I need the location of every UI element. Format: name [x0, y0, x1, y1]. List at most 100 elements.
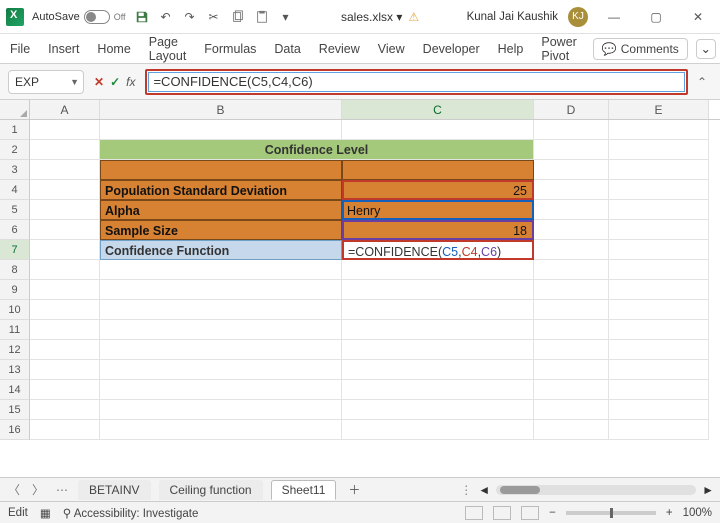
horizontal-scrollbar[interactable] [496, 485, 696, 495]
cell[interactable] [609, 400, 709, 420]
cell[interactable] [609, 280, 709, 300]
row-header[interactable]: 7 [0, 240, 30, 260]
tab-home[interactable]: Home [95, 38, 132, 60]
user-name[interactable]: Kunal Jai Kaushik [467, 11, 558, 23]
tab-nav-next[interactable]: 〉 [30, 481, 46, 498]
cell-b4[interactable]: Population Standard Deviation [100, 180, 342, 200]
cell[interactable] [30, 360, 100, 380]
row-header[interactable]: 5 [0, 200, 30, 220]
tab-insert[interactable]: Insert [46, 38, 81, 60]
tab-nav-more[interactable]: ⋯ [54, 483, 70, 497]
zoom-level[interactable]: 100% [683, 507, 712, 519]
cell[interactable] [534, 420, 609, 440]
cell[interactable] [100, 280, 342, 300]
cell[interactable] [100, 260, 342, 280]
cell[interactable] [534, 200, 609, 220]
tab-developer[interactable]: Developer [421, 38, 482, 60]
cell[interactable] [609, 360, 709, 380]
cell[interactable] [534, 340, 609, 360]
copy-icon[interactable] [230, 9, 246, 25]
save-icon[interactable] [134, 9, 150, 25]
cell-c5[interactable]: Henry [342, 200, 534, 220]
cell[interactable] [342, 360, 534, 380]
cell[interactable] [609, 320, 709, 340]
filename-label[interactable]: sales.xlsx ▾ [341, 10, 402, 24]
row-header[interactable]: 16 [0, 420, 30, 440]
cell[interactable] [30, 400, 100, 420]
cell[interactable] [609, 300, 709, 320]
row-header[interactable]: 8 [0, 260, 30, 280]
cell[interactable] [30, 180, 100, 200]
cell[interactable] [30, 160, 100, 180]
warning-icon[interactable]: ⚠ [408, 10, 419, 24]
cell[interactable] [609, 180, 709, 200]
cell[interactable] [342, 280, 534, 300]
row-header[interactable]: 14 [0, 380, 30, 400]
cell[interactable] [609, 260, 709, 280]
zoom-slider[interactable] [566, 511, 656, 515]
qat-dropdown-icon[interactable]: ▾ [278, 9, 294, 25]
maximize-button[interactable]: ▢ [640, 3, 672, 31]
cell[interactable] [30, 420, 100, 440]
cell[interactable] [30, 240, 100, 260]
cancel-formula-button[interactable]: ✕ [94, 75, 104, 89]
cell-title[interactable]: Confidence Level [100, 140, 534, 160]
cell[interactable] [342, 300, 534, 320]
tab-file[interactable]: File [8, 38, 32, 60]
tab-page-layout[interactable]: Page Layout [147, 31, 189, 67]
cell[interactable] [534, 160, 609, 180]
paste-icon[interactable] [254, 9, 270, 25]
cell[interactable] [609, 420, 709, 440]
cell[interactable] [30, 120, 100, 140]
cell[interactable] [100, 300, 342, 320]
row-header[interactable]: 9 [0, 280, 30, 300]
col-header-D[interactable]: D [534, 100, 609, 119]
zoom-out-button[interactable]: − [549, 507, 556, 519]
tab-view[interactable]: View [376, 38, 407, 60]
cell[interactable] [30, 280, 100, 300]
row-header[interactable]: 13 [0, 360, 30, 380]
cell[interactable] [30, 200, 100, 220]
cell[interactable] [100, 420, 342, 440]
col-header-A[interactable]: A [30, 100, 100, 119]
tab-formulas[interactable]: Formulas [202, 38, 258, 60]
zoom-in-button[interactable]: + [666, 507, 673, 519]
cell[interactable] [534, 260, 609, 280]
tab-help[interactable]: Help [496, 38, 526, 60]
row-header[interactable]: 3 [0, 160, 30, 180]
accessibility-status[interactable]: ⚲ Accessibility: Investigate [63, 506, 199, 520]
ribbon-collapse-button[interactable]: ⌄ [696, 39, 716, 59]
cell-b7[interactable]: Confidence Function [100, 240, 342, 260]
row-header[interactable]: 12 [0, 340, 30, 360]
minimize-button[interactable]: — [598, 3, 630, 31]
cell[interactable] [342, 320, 534, 340]
cell[interactable] [609, 160, 709, 180]
close-button[interactable]: ✕ [682, 3, 714, 31]
cell[interactable] [534, 140, 609, 160]
user-avatar[interactable]: KJ [568, 7, 588, 27]
tab-nav-prev[interactable]: 〈 [6, 481, 22, 498]
cell[interactable] [342, 400, 534, 420]
view-page-break-button[interactable] [521, 506, 539, 520]
cell[interactable] [609, 240, 709, 260]
cell[interactable] [609, 220, 709, 240]
cell[interactable] [100, 320, 342, 340]
cell[interactable] [534, 120, 609, 140]
tab-review[interactable]: Review [317, 38, 362, 60]
cell[interactable] [342, 420, 534, 440]
hscroll-right-icon[interactable]: ► [702, 483, 714, 497]
cell-b5[interactable]: Alpha [100, 200, 342, 220]
undo-icon[interactable]: ↶ [158, 9, 174, 25]
select-all-corner[interactable] [0, 100, 30, 119]
col-header-C[interactable]: C [342, 100, 534, 119]
redo-icon[interactable]: ↷ [182, 9, 198, 25]
row-header[interactable]: 4 [0, 180, 30, 200]
cell[interactable] [609, 140, 709, 160]
toggle-off-icon[interactable] [84, 10, 110, 24]
autosave-toggle[interactable]: AutoSave Off [32, 10, 126, 24]
name-box[interactable]: EXP ▼ [8, 70, 84, 94]
cell[interactable] [30, 260, 100, 280]
cell[interactable] [30, 340, 100, 360]
cell[interactable] [342, 160, 534, 180]
tab-data[interactable]: Data [272, 38, 302, 60]
